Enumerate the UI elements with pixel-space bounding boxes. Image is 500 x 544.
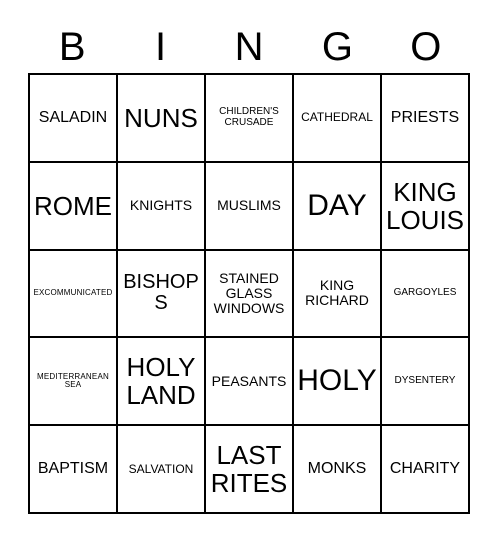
bingo-cell[interactable]: BISHOPS (118, 250, 206, 339)
bingo-cell-label: HOLY (297, 364, 377, 398)
bingo-cell-label: EXCOMMUNICATED (33, 288, 113, 298)
bingo-card: B I N G O SALADIN NUNS CHILDREN'S CRUSAD… (0, 0, 500, 544)
bingo-cell-label: CHILDREN'S CRUSADE (219, 106, 279, 128)
bingo-cell[interactable]: KING RICHARD (294, 250, 382, 339)
bingo-cell[interactable]: HOLY LAND (118, 338, 206, 427)
bingo-cell-label: BISHOPS (123, 270, 199, 315)
bingo-header-letter-g: G (293, 20, 381, 73)
bingo-cell[interactable]: NUNS (118, 75, 206, 163)
bingo-cell[interactable]: MUSLIMS (206, 162, 294, 251)
bingo-cell[interactable]: CHILDREN'S CRUSADE (206, 75, 294, 163)
bingo-cell[interactable]: EXCOMMUNICATED (30, 250, 118, 339)
bingo-cell-label: MUSLIMS (217, 197, 281, 214)
bingo-cell-label: CATHEDRAL (301, 110, 373, 125)
bingo-cell-label: PEASANTS (211, 372, 287, 389)
bingo-cell[interactable]: STAINED GLASS WINDOWS (206, 250, 294, 339)
bingo-header-letter-o: O (382, 20, 470, 73)
bingo-cell-label: HOLY LAND (126, 352, 196, 411)
bingo-cell[interactable]: PEASANTS (206, 338, 294, 427)
bingo-cell[interactable]: CHARITY (382, 426, 470, 514)
bingo-cell[interactable]: KNIGHTS (118, 162, 206, 251)
bingo-cell[interactable]: MEDITERRANEAN SEA (30, 338, 118, 427)
bingo-header-letter-b: B (28, 20, 116, 73)
bingo-cell-label: KING RICHARD (305, 277, 369, 309)
bingo-cell[interactable]: LAST RITES (206, 426, 294, 514)
bingo-header-letter-n: N (205, 20, 293, 73)
bingo-cell-label: KNIGHTS (129, 197, 193, 214)
bingo-cell[interactable]: HOLY (294, 338, 382, 427)
bingo-cell-label: GARGOYLES (393, 287, 457, 299)
bingo-cell-label: KING LOUIS (385, 176, 465, 235)
bingo-cell-label: SALADIN (38, 109, 108, 127)
bingo-cell[interactable]: DYSENTERY (382, 338, 470, 427)
bingo-cell[interactable]: DAY (294, 162, 382, 251)
bingo-cell-label: MEDITERRANEAN SEA (37, 371, 109, 390)
header-letter-text: N (234, 24, 264, 69)
bingo-cell[interactable]: SALVATION (118, 426, 206, 514)
bingo-cell[interactable]: GARGOYLES (382, 250, 470, 339)
bingo-cell[interactable]: SALADIN (30, 75, 118, 163)
bingo-header-letter-i: I (116, 20, 204, 73)
bingo-cell-label: STAINED GLASS WINDOWS (213, 269, 285, 317)
header-letter-text: O (410, 24, 442, 69)
bingo-cell[interactable]: MONKS (294, 426, 382, 514)
bingo-cell[interactable]: PRIESTS (382, 75, 470, 163)
header-letter-text: I (155, 24, 167, 69)
bingo-header-row: B I N G O (28, 20, 470, 73)
bingo-cell-label: LAST RITES (210, 440, 288, 499)
bingo-cell[interactable]: KING LOUIS (382, 162, 470, 251)
bingo-cell-label: NUNS (124, 102, 198, 133)
bingo-cell-label: DYSENTERY (394, 374, 456, 386)
bingo-cell-label: BAPTISM (37, 460, 109, 478)
bingo-cell-label: MONKS (307, 460, 367, 478)
bingo-grid: SALADIN NUNS CHILDREN'S CRUSADE CATHEDRA… (28, 73, 470, 514)
bingo-cell-label: SALVATION (128, 461, 194, 476)
bingo-cell[interactable]: CATHEDRAL (294, 75, 382, 163)
bingo-cell-label: PRIESTS (390, 109, 460, 127)
bingo-cell[interactable]: ROME (30, 162, 118, 251)
bingo-cell[interactable]: BAPTISM (30, 426, 118, 514)
header-letter-text: G (321, 24, 353, 69)
bingo-cell-label: DAY (307, 188, 367, 222)
bingo-cell-label: CHARITY (389, 460, 461, 478)
header-letter-text: B (58, 24, 86, 69)
bingo-cell-label: ROME (34, 190, 112, 221)
